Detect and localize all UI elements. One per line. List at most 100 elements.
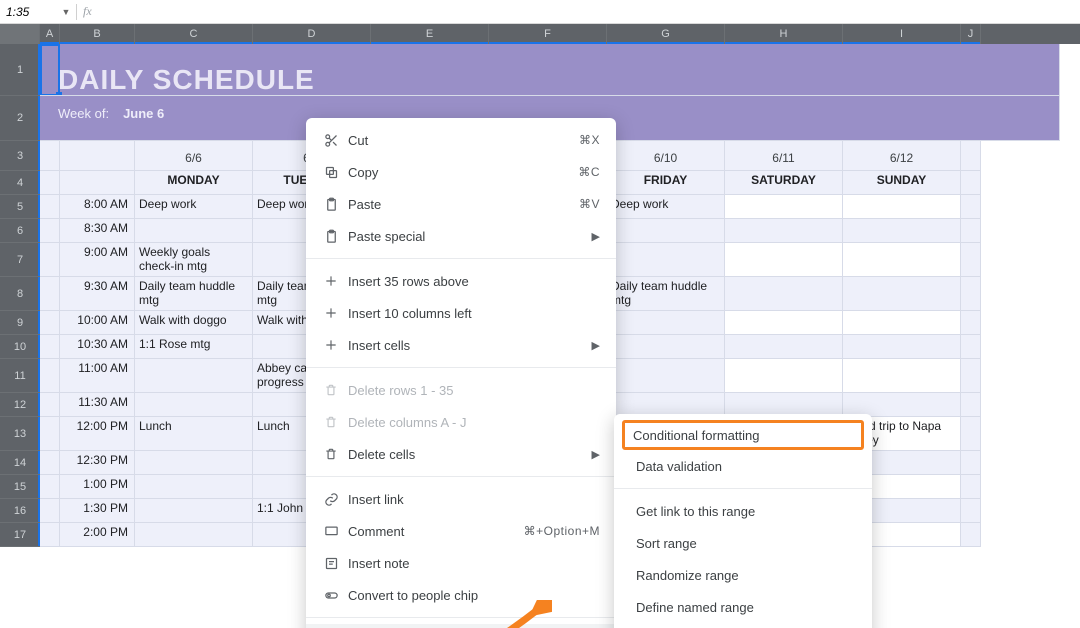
row-header-9[interactable]: 9 [0,311,40,335]
cell-H10[interactable] [725,335,843,359]
cell-I7[interactable] [843,243,961,277]
cell-C13[interactable]: Lunch [135,417,253,451]
cell-J4[interactable] [961,171,981,195]
cell-J8[interactable] [961,277,981,311]
col-header-c[interactable]: C [135,24,253,44]
row-header-16[interactable]: 16 [0,499,40,523]
cell-C9[interactable]: Walk with doggo [135,311,253,335]
menu-delete-cells[interactable]: Delete cells▶ [306,438,616,470]
cell-J5[interactable] [961,195,981,219]
time-15[interactable]: 1:00 PM [60,475,135,499]
submenu-get-link[interactable]: Get link to this range [614,495,872,527]
cell-J9[interactable] [961,311,981,335]
time-17[interactable]: 2:00 PM [60,523,135,547]
cell-H8[interactable] [725,277,843,311]
date-sat[interactable]: 6/11 [725,141,843,171]
cell-C12[interactable] [135,393,253,417]
cell-A6[interactable] [40,219,60,243]
cell-G10[interactable] [607,335,725,359]
cell-C6[interactable] [135,219,253,243]
menu-insert-rows[interactable]: Insert 35 rows above [306,265,616,297]
menu-insert-cols[interactable]: Insert 10 columns left [306,297,616,329]
cell-H6[interactable] [725,219,843,243]
cell-J14[interactable] [961,451,981,475]
cell-A15[interactable] [40,475,60,499]
submenu-conditional-formatting[interactable]: Conditional formatting [622,420,864,450]
menu-insert-note[interactable]: Insert note [306,547,616,579]
row-header-2[interactable]: 2 [0,96,40,141]
cell-A16[interactable] [40,499,60,523]
time-5[interactable]: 8:00 AM [60,195,135,219]
row-header-1[interactable]: 1 [0,44,40,96]
cell-J13[interactable] [961,417,981,451]
row-header-11[interactable]: 11 [0,359,40,393]
cell-H11[interactable] [725,359,843,393]
banner[interactable]: DAILY SCHEDULE [40,44,1060,96]
cell-G5[interactable]: Deep work [607,195,725,219]
cell-J6[interactable] [961,219,981,243]
day-sat[interactable]: SATURDAY [725,171,843,195]
row-header-3[interactable]: 3 [0,141,40,171]
submenu-protect-range[interactable]: Protect range [614,623,872,628]
cell-G11[interactable] [607,359,725,393]
cell-I11[interactable] [843,359,961,393]
col-header-h[interactable]: H [725,24,843,44]
menu-paste-special[interactable]: Paste special▶ [306,220,616,252]
col-header-i[interactable]: I [843,24,961,44]
cell-A10[interactable] [40,335,60,359]
menu-insert-cells[interactable]: Insert cells▶ [306,329,616,361]
row-header-5[interactable]: 5 [0,195,40,219]
submenu-randomize-range[interactable]: Randomize range [614,559,872,591]
cell-G8[interactable]: Daily team huddle mtg [607,277,725,311]
cell-C10[interactable]: 1:1 Rose mtg [135,335,253,359]
row-header-12[interactable]: 12 [0,393,40,417]
time-6[interactable]: 8:30 AM [60,219,135,243]
time-11[interactable]: 11:00 AM [60,359,135,393]
cell-I10[interactable] [843,335,961,359]
cell-A4[interactable] [40,171,60,195]
date-sun[interactable]: 6/12 [843,141,961,171]
day-mon[interactable]: MONDAY [135,171,253,195]
cell-A3[interactable] [40,141,60,171]
row-header-14[interactable]: 14 [0,451,40,475]
day-fri[interactable]: FRIDAY [607,171,725,195]
formula-input[interactable] [92,0,1080,23]
name-box[interactable]: 1:35 [0,5,58,19]
cell-H9[interactable] [725,311,843,335]
row-header-4[interactable]: 4 [0,171,40,195]
cell-C11[interactable] [135,359,253,393]
date-fri[interactable]: 6/10 [607,141,725,171]
menu-view-more[interactable]: View more cell actions▶ [306,624,616,628]
cell-C8[interactable]: Daily team huddle mtg [135,277,253,311]
col-header-a[interactable]: A [40,24,60,44]
menu-copy[interactable]: Copy⌘C [306,156,616,188]
col-header-d[interactable]: D [253,24,371,44]
cell-A9[interactable] [40,311,60,335]
cell-C16[interactable] [135,499,253,523]
cell-H5[interactable] [725,195,843,219]
cell-J10[interactable] [961,335,981,359]
select-all-corner[interactable] [0,24,40,44]
time-8[interactable]: 9:30 AM [60,277,135,311]
row-header-17[interactable]: 17 [0,523,40,547]
time-9[interactable]: 10:00 AM [60,311,135,335]
submenu-named-range[interactable]: Define named range [614,591,872,623]
submenu-sort-range[interactable]: Sort range [614,527,872,559]
cell-J11[interactable] [961,359,981,393]
cell-G7[interactable] [607,243,725,277]
col-header-e[interactable]: E [371,24,489,44]
cell-A14[interactable] [40,451,60,475]
row-header-10[interactable]: 10 [0,335,40,359]
row-header-15[interactable]: 15 [0,475,40,499]
menu-insert-link[interactable]: Insert link [306,483,616,515]
col-header-f[interactable]: F [489,24,607,44]
cell-J12[interactable] [961,393,981,417]
menu-cut[interactable]: Cut⌘X [306,124,616,156]
row-header-6[interactable]: 6 [0,219,40,243]
cell-A12[interactable] [40,393,60,417]
time-14[interactable]: 12:30 PM [60,451,135,475]
cell-I8[interactable] [843,277,961,311]
row-header-13[interactable]: 13 [0,417,40,451]
submenu-data-validation[interactable]: Data validation [614,450,872,482]
name-box-dropdown-icon[interactable]: ▼ [58,7,74,17]
